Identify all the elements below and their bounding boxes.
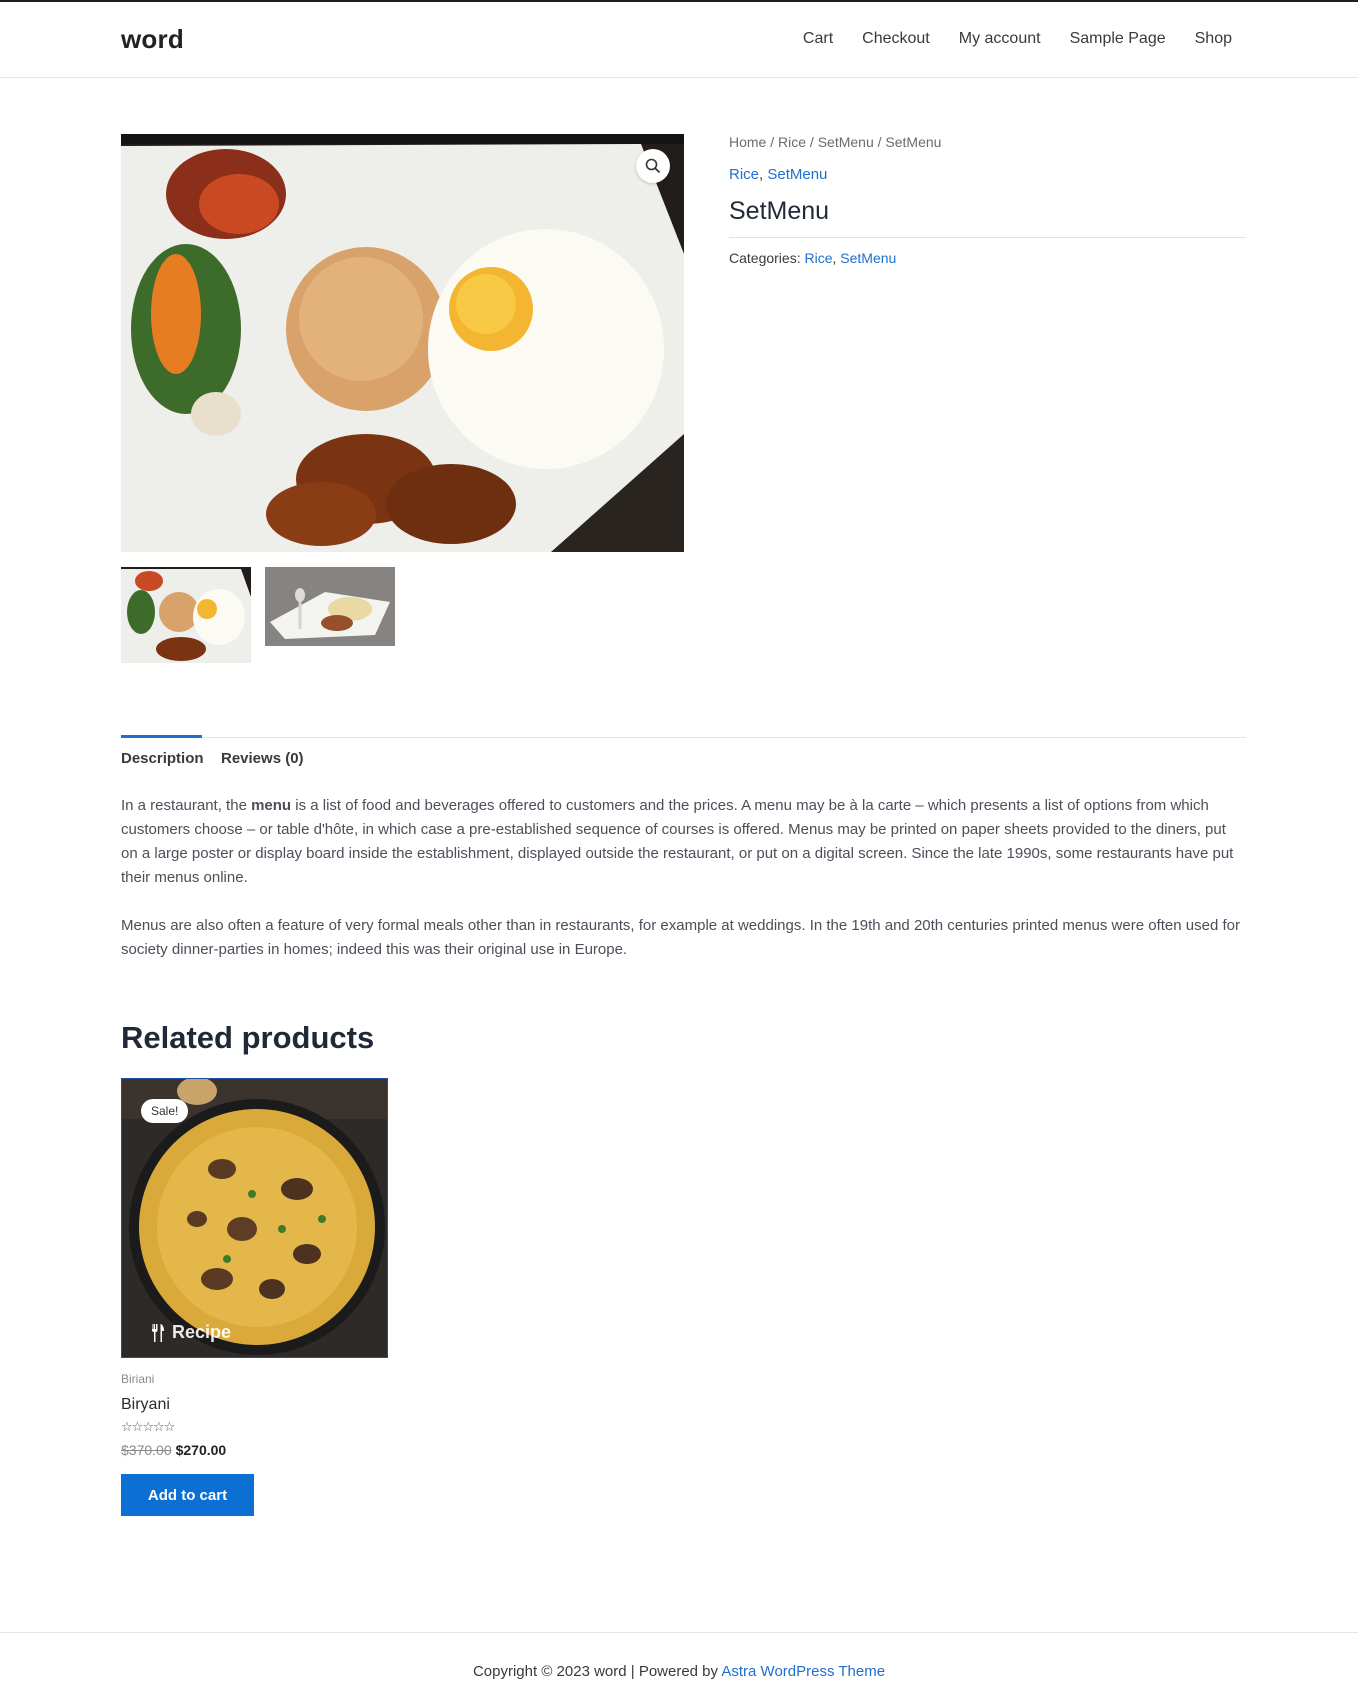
main-nav: Cart Checkout My account Sample Page Sho… xyxy=(803,30,1232,48)
site-footer: Copyright © 2023 word | Powered by Astra… xyxy=(0,1632,1358,1708)
category-link-setmenu[interactable]: SetMenu xyxy=(767,166,827,183)
related-product-category: Biriani xyxy=(121,1372,155,1386)
star-rating: ☆☆☆☆☆ xyxy=(121,1419,176,1435)
watermark-text: Recipe xyxy=(172,1322,232,1342)
gallery-thumbnail[interactable] xyxy=(265,567,395,646)
nav-shop[interactable]: Shop xyxy=(1195,30,1232,48)
description-paragraph: In a restaurant, the menu is a list of f… xyxy=(121,794,1246,890)
fork-knife-icon xyxy=(152,1323,164,1342)
related-product-price: $370.00 $270.00 xyxy=(121,1442,226,1458)
description-paragraph: Menus are also often a feature of very f… xyxy=(121,917,1240,958)
breadcrumb[interactable]: Home / Rice / SetMenu / SetMenu xyxy=(729,134,1246,150)
product-summary: Home / Rice / SetMenu / SetMenu Rice, Se… xyxy=(729,134,1246,266)
star-icon: ☆ xyxy=(142,1419,154,1434)
categories-label: Categories: xyxy=(729,250,805,266)
nav-cart[interactable]: Cart xyxy=(803,30,833,48)
star-icon: ☆ xyxy=(163,1419,176,1434)
nav-checkout[interactable]: Checkout xyxy=(862,30,930,48)
related-products-title: Related products xyxy=(121,1020,375,1055)
product-main-image[interactable] xyxy=(121,134,684,552)
tab-reviews[interactable]: Reviews (0) xyxy=(221,750,304,767)
nav-my-account[interactable]: My account xyxy=(959,30,1041,48)
site-header: word Cart Checkout My account Sample Pag… xyxy=(0,2,1358,78)
sale-badge: Sale! xyxy=(141,1099,189,1123)
description-bold: menu xyxy=(251,797,292,814)
category-link-rice[interactable]: Rice xyxy=(729,166,759,183)
image-watermark: Recipe xyxy=(150,1322,231,1343)
star-icon: ☆ xyxy=(121,1419,133,1434)
magnifier-icon xyxy=(645,158,661,174)
meta-category-rice[interactable]: Rice xyxy=(804,250,832,266)
star-icon: ☆ xyxy=(131,1419,144,1434)
meta-category-setmenu[interactable]: SetMenu xyxy=(840,250,896,266)
active-tab-indicator xyxy=(121,735,202,738)
zoom-button[interactable] xyxy=(636,149,670,183)
nav-sample-page[interactable]: Sample Page xyxy=(1070,30,1166,48)
footer-copyright: Copyright © 2023 word | Powered by Astra… xyxy=(0,1663,1358,1680)
add-to-cart-button[interactable]: Add to cart xyxy=(121,1474,254,1516)
related-product-name[interactable]: Biryani xyxy=(121,1396,170,1414)
sale-price: $270.00 xyxy=(175,1442,227,1458)
old-price: $370.00 xyxy=(121,1442,172,1458)
product-tabs: Description Reviews (0) xyxy=(121,735,1246,769)
site-logo[interactable]: word xyxy=(121,24,184,55)
tab-description[interactable]: Description xyxy=(121,750,204,767)
gallery-thumbnail[interactable] xyxy=(121,567,251,663)
product-category-links: Rice, SetMenu xyxy=(729,166,1246,183)
theme-link[interactable]: Astra WordPress Theme xyxy=(721,1663,885,1680)
star-icon: ☆ xyxy=(152,1419,165,1434)
description-panel: In a restaurant, the menu is a list of f… xyxy=(121,794,1246,986)
product-title: SetMenu xyxy=(729,197,1246,238)
copyright-text: Copyright © 2023 word | Powered by xyxy=(472,1663,722,1680)
product-meta: Categories: Rice, SetMenu xyxy=(729,250,1246,266)
description-text: In a restaurant, the xyxy=(121,797,252,814)
